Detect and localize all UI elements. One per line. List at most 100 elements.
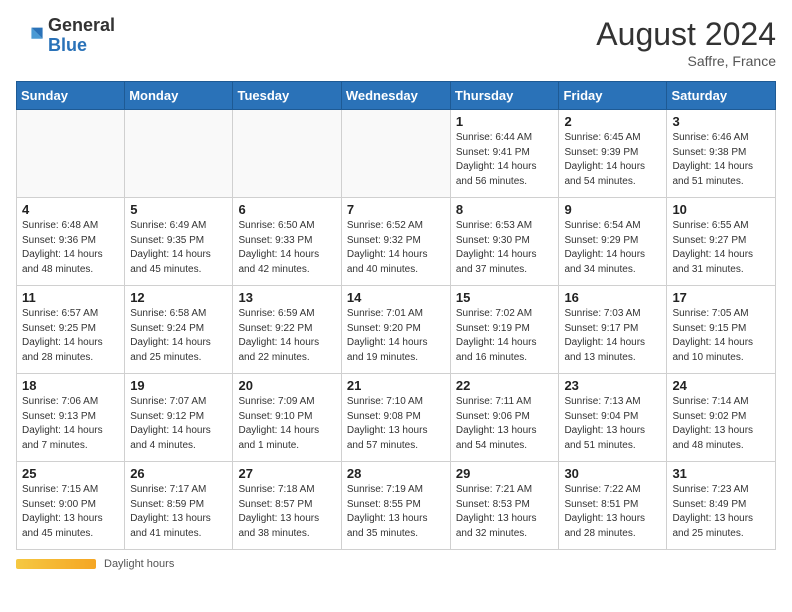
day-number: 29 — [456, 466, 554, 481]
day-number: 20 — [238, 378, 335, 393]
day-number: 31 — [672, 466, 770, 481]
calendar-cell: 3 Sunrise: 6:46 AM Sunset: 9:38 PM Daylig… — [667, 110, 776, 198]
calendar-table: SundayMondayTuesdayWednesdayThursdayFrid… — [16, 81, 776, 550]
day-info: Sunrise: 7:22 AM Sunset: 8:51 PM Dayligh… — [564, 483, 661, 541]
location: Saffre, France — [596, 53, 776, 69]
calendar-header: SundayMondayTuesdayWednesdayThursdayFrid… — [17, 82, 776, 110]
calendar-cell: 21Sunrise: 7:10 AM Sunset: 9:08 PM Dayli… — [341, 374, 450, 462]
day-info: Sunrise: 7:06 AM Sunset: 9:13 PM Dayligh… — [22, 395, 119, 453]
calendar-cell: 17 Sunrise: 7:05 AM Sunset: 9:15 PM Dayli… — [667, 286, 776, 374]
calendar-cell: 22 Sunrise: 7:11 AM Sunset: 9:06 PM Dayli… — [450, 374, 559, 462]
calendar-cell: 6Sunrise: 6:50 AM Sunset: 9:33 PM Daylig… — [233, 198, 341, 286]
day-info: Sunrise: 6:59 AM Sunset: 9:22 PM Dayligh… — [238, 307, 335, 365]
calendar-cell: 19 Sunrise: 7:07 AM Sunset: 9:12 PM Dayli… — [125, 374, 233, 462]
day-number: 26 — [130, 466, 227, 481]
day-info: Sunrise: 6:46 AM Sunset: 9:38 PM Dayligh… — [672, 131, 770, 189]
day-info: Sunrise: 7:05 AM Sunset: 9:15 PM Dayligh… — [672, 307, 770, 365]
calendar-cell: 18 Sunrise: 7:06 AM Sunset: 9:13 PM Dayli… — [17, 374, 125, 462]
calendar-cell: 10 Sunrise: 6:55 AM Sunset: 9:27 PM Dayli… — [667, 198, 776, 286]
week-row: 18 Sunrise: 7:06 AM Sunset: 9:13 PM Dayli… — [17, 374, 776, 462]
day-number: 19 — [130, 378, 227, 393]
calendar-cell: 7 Sunrise: 6:52 AM Sunset: 9:32 PM Daylig… — [341, 198, 450, 286]
calendar-cell: 4 Sunrise: 6:48 AM Sunset: 9:36 PM Daylig… — [17, 198, 125, 286]
day-number: 16 — [564, 290, 661, 305]
day-number: 2 — [564, 114, 661, 129]
day-info: Sunrise: 6:52 AM Sunset: 9:32 PM Dayligh… — [347, 219, 445, 277]
calendar-cell — [341, 110, 450, 198]
calendar-cell: 9Sunrise: 6:54 AM Sunset: 9:29 PM Daylig… — [559, 198, 667, 286]
calendar-cell: 27Sunrise: 7:18 AM Sunset: 8:57 PM Dayli… — [233, 462, 341, 550]
logo-general: General — [48, 15, 115, 35]
day-number: 7 — [347, 202, 445, 217]
calendar-cell: 13Sunrise: 6:59 AM Sunset: 9:22 PM Dayli… — [233, 286, 341, 374]
day-number: 14 — [347, 290, 445, 305]
day-info: Sunrise: 6:48 AM Sunset: 9:36 PM Dayligh… — [22, 219, 119, 277]
calendar-cell: 15Sunrise: 7:02 AM Sunset: 9:19 PM Dayli… — [450, 286, 559, 374]
logo: General Blue — [16, 16, 115, 56]
day-info: Sunrise: 6:57 AM Sunset: 9:25 PM Dayligh… — [22, 307, 119, 365]
page-header: General Blue August 2024 Saffre, France — [16, 16, 776, 69]
weekday-header: Wednesday — [341, 82, 450, 110]
day-number: 10 — [672, 202, 770, 217]
weekday-header: Friday — [559, 82, 667, 110]
day-number: 4 — [22, 202, 119, 217]
day-info: Sunrise: 6:55 AM Sunset: 9:27 PM Dayligh… — [672, 219, 770, 277]
week-row: 11Sunrise: 6:57 AM Sunset: 9:25 PM Dayli… — [17, 286, 776, 374]
weekday-header: Saturday — [667, 82, 776, 110]
day-number: 17 — [672, 290, 770, 305]
weekday-header: Monday — [125, 82, 233, 110]
calendar-cell: 31 Sunrise: 7:23 AM Sunset: 8:49 PM Dayli… — [667, 462, 776, 550]
day-number: 8 — [456, 202, 554, 217]
week-row: 4 Sunrise: 6:48 AM Sunset: 9:36 PM Daylig… — [17, 198, 776, 286]
calendar-cell: 20Sunrise: 7:09 AM Sunset: 9:10 PM Dayli… — [233, 374, 341, 462]
day-number: 22 — [456, 378, 554, 393]
logo-blue: Blue — [48, 35, 87, 55]
weekday-header: Thursday — [450, 82, 559, 110]
day-number: 15 — [456, 290, 554, 305]
calendar-cell: 16 Sunrise: 7:03 AM Sunset: 9:17 PM Dayli… — [559, 286, 667, 374]
calendar-cell: 28Sunrise: 7:19 AM Sunset: 8:55 PM Dayli… — [341, 462, 450, 550]
day-info: Sunrise: 7:07 AM Sunset: 9:12 PM Dayligh… — [130, 395, 227, 453]
calendar-cell: 2Sunrise: 6:45 AM Sunset: 9:39 PM Daylig… — [559, 110, 667, 198]
calendar-cell: 30Sunrise: 7:22 AM Sunset: 8:51 PM Dayli… — [559, 462, 667, 550]
calendar-cell: 29 Sunrise: 7:21 AM Sunset: 8:53 PM Dayli… — [450, 462, 559, 550]
day-number: 3 — [672, 114, 770, 129]
day-info: Sunrise: 7:21 AM Sunset: 8:53 PM Dayligh… — [456, 483, 554, 541]
calendar-body: 1Sunrise: 6:44 AM Sunset: 9:41 PM Daylig… — [17, 110, 776, 550]
month-year: August 2024 — [596, 16, 776, 53]
logo-text: General Blue — [48, 16, 115, 56]
day-number: 18 — [22, 378, 119, 393]
calendar-cell: 12Sunrise: 6:58 AM Sunset: 9:24 PM Dayli… — [125, 286, 233, 374]
day-number: 12 — [130, 290, 227, 305]
day-info: Sunrise: 7:10 AM Sunset: 9:08 PM Dayligh… — [347, 395, 445, 453]
week-row: 1Sunrise: 6:44 AM Sunset: 9:41 PM Daylig… — [17, 110, 776, 198]
calendar-cell: 5 Sunrise: 6:49 AM Sunset: 9:35 PM Daylig… — [125, 198, 233, 286]
calendar-cell: 14 Sunrise: 7:01 AM Sunset: 9:20 PM Dayli… — [341, 286, 450, 374]
day-info: Sunrise: 7:19 AM Sunset: 8:55 PM Dayligh… — [347, 483, 445, 541]
day-info: Sunrise: 7:03 AM Sunset: 9:17 PM Dayligh… — [564, 307, 661, 365]
calendar-cell: 8Sunrise: 6:53 AM Sunset: 9:30 PM Daylig… — [450, 198, 559, 286]
day-info: Sunrise: 7:15 AM Sunset: 9:00 PM Dayligh… — [22, 483, 119, 541]
day-info: Sunrise: 7:13 AM Sunset: 9:04 PM Dayligh… — [564, 395, 661, 453]
day-info: Sunrise: 7:01 AM Sunset: 9:20 PM Dayligh… — [347, 307, 445, 365]
day-info: Sunrise: 6:50 AM Sunset: 9:33 PM Dayligh… — [238, 219, 335, 277]
calendar-cell: 23 Sunrise: 7:13 AM Sunset: 9:04 PM Dayli… — [559, 374, 667, 462]
day-info: Sunrise: 7:18 AM Sunset: 8:57 PM Dayligh… — [238, 483, 335, 541]
footer: Daylight hours — [16, 558, 776, 570]
weekday-header: Tuesday — [233, 82, 341, 110]
day-number: 24 — [672, 378, 770, 393]
calendar-cell — [125, 110, 233, 198]
day-info: Sunrise: 7:23 AM Sunset: 8:49 PM Dayligh… — [672, 483, 770, 541]
title-block: August 2024 Saffre, France — [596, 16, 776, 69]
day-info: Sunrise: 6:54 AM Sunset: 9:29 PM Dayligh… — [564, 219, 661, 277]
day-info: Sunrise: 7:14 AM Sunset: 9:02 PM Dayligh… — [672, 395, 770, 453]
day-number: 25 — [22, 466, 119, 481]
calendar-cell — [233, 110, 341, 198]
daylight-bar-icon — [16, 559, 96, 569]
day-info: Sunrise: 7:11 AM Sunset: 9:06 PM Dayligh… — [456, 395, 554, 453]
day-info: Sunrise: 6:49 AM Sunset: 9:35 PM Dayligh… — [130, 219, 227, 277]
daylight-label: Daylight hours — [104, 558, 174, 570]
day-number: 5 — [130, 202, 227, 217]
day-number: 23 — [564, 378, 661, 393]
weekday-header: Sunday — [17, 82, 125, 110]
